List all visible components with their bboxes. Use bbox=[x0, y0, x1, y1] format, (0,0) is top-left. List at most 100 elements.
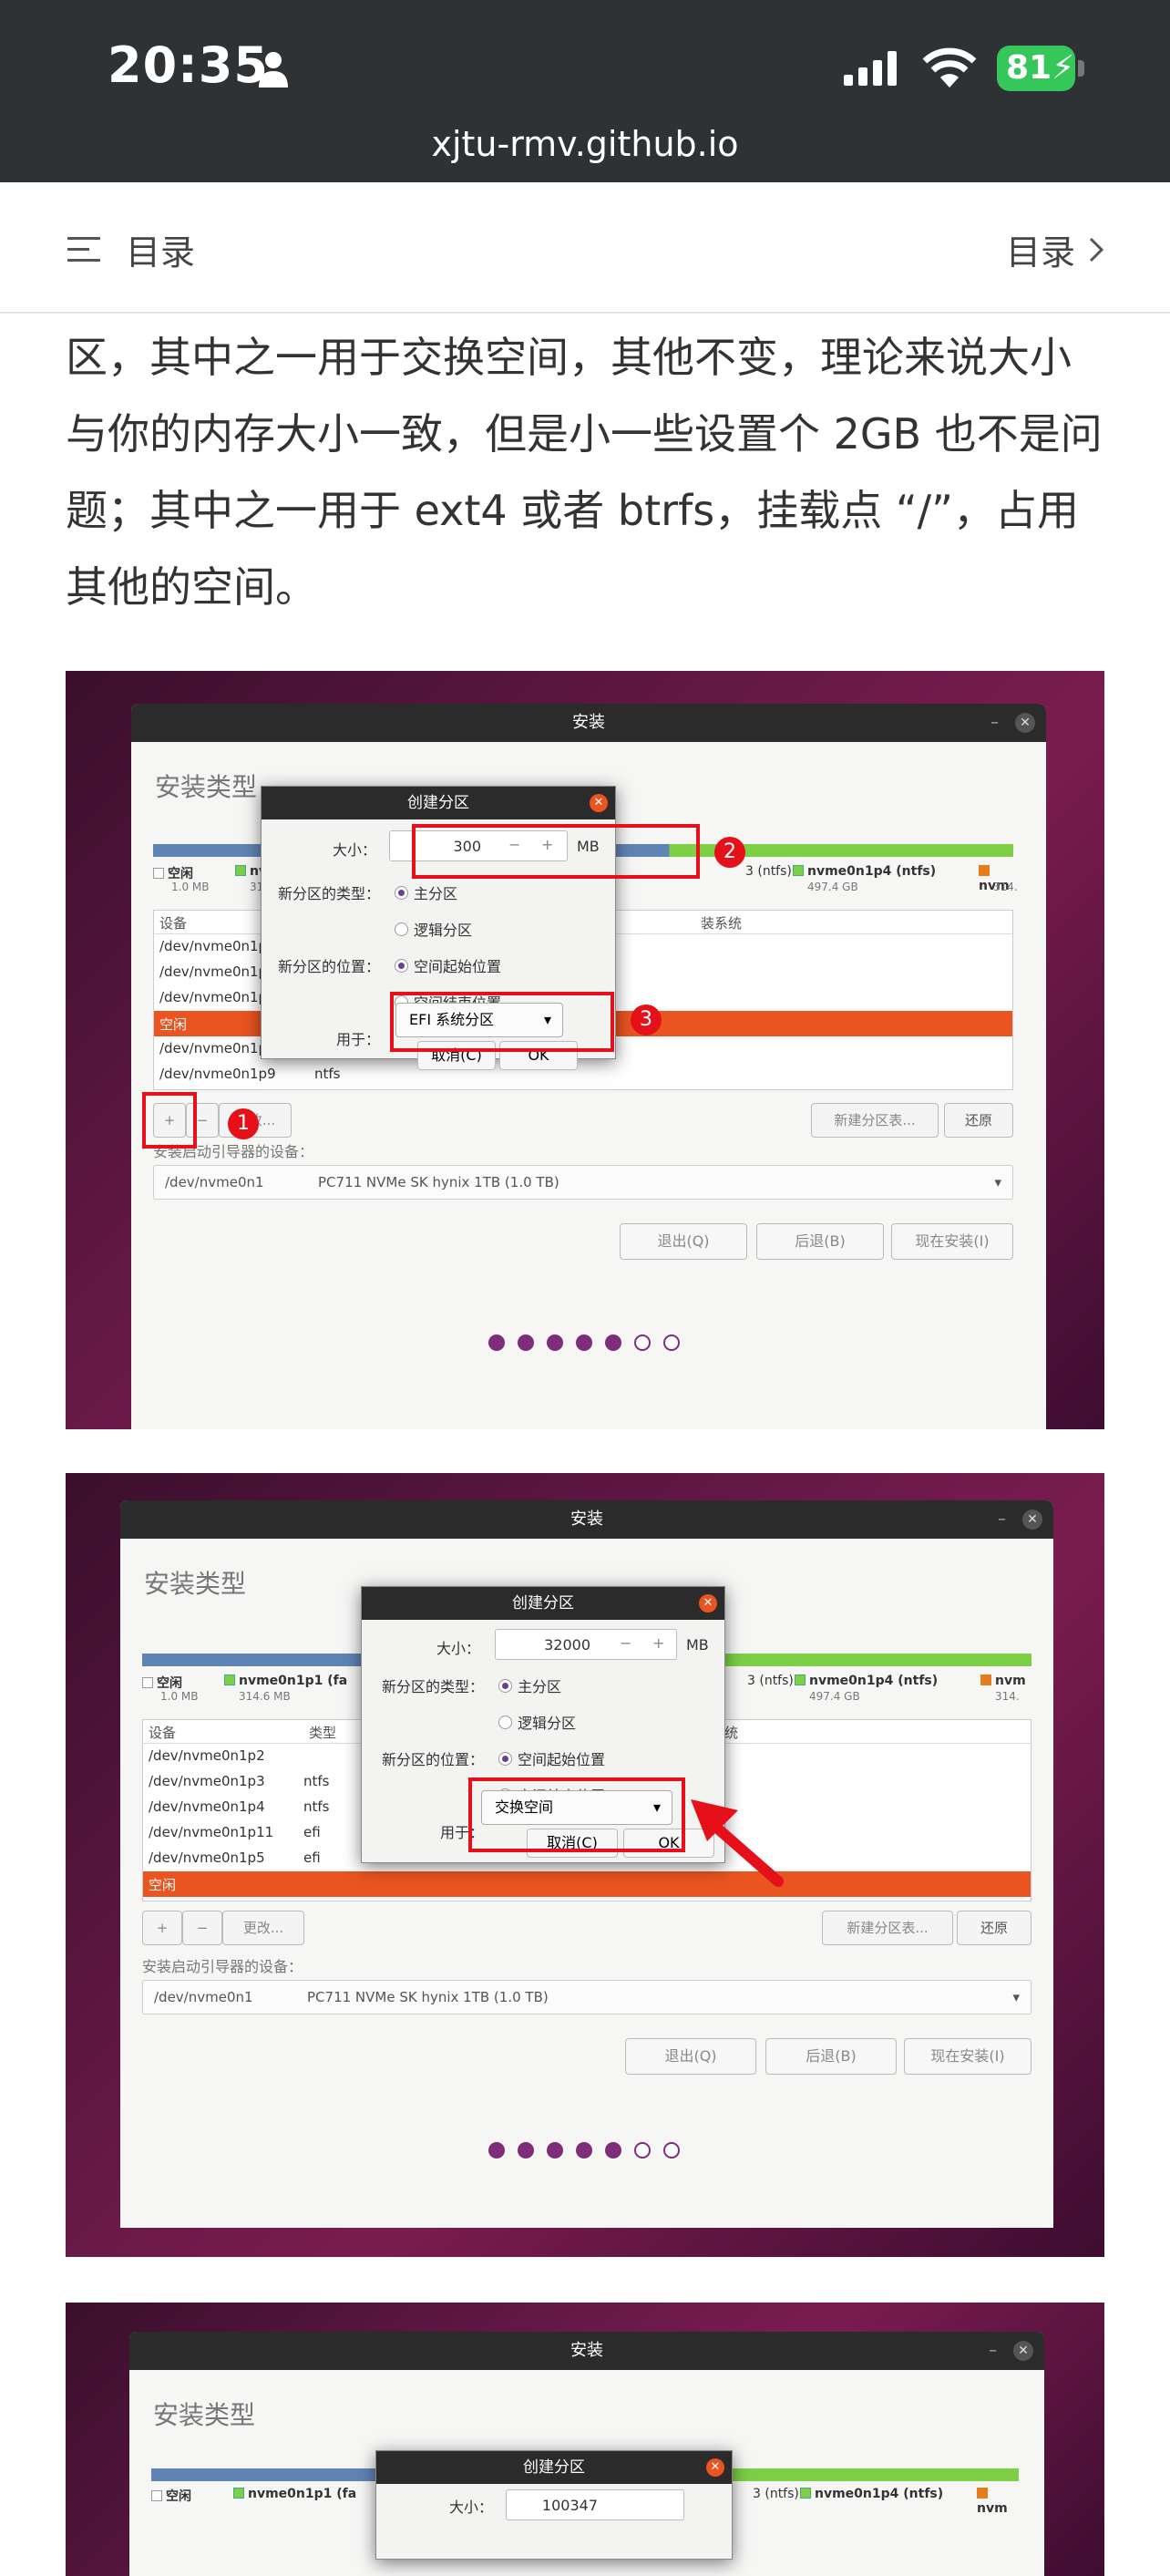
quit-button[interactable]: 退出(Q) bbox=[625, 2038, 756, 2075]
size-label: 大小： bbox=[436, 1640, 480, 1657]
boot-device-desc: PC711 NVMe SK hynix 1TB (1.0 TB) bbox=[318, 1174, 559, 1190]
install-now-button[interactable]: 现在安装(I) bbox=[904, 2038, 1031, 2075]
cellular-signal-icon bbox=[844, 51, 897, 86]
installer-window: 安装 – ✕ 安装类型 空闲 1.0 MB nvme0n1p1 (fa 314.… bbox=[131, 704, 1046, 1429]
toc-next-button[interactable]: 目录 bbox=[1006, 224, 1104, 274]
row-device: 空闲 bbox=[159, 1016, 188, 1033]
row-device: /dev/nvme0n1p11 bbox=[149, 1824, 274, 1840]
window-titlebar: 安装 – ✕ bbox=[129, 2332, 1044, 2370]
close-icon[interactable]: ✕ bbox=[1013, 2341, 1033, 2361]
dialog-close-icon[interactable]: ✕ bbox=[706, 2458, 724, 2477]
legend-p3: 3 (ntfs) bbox=[747, 1674, 794, 1688]
size-spinbox[interactable]: 32000 − + bbox=[495, 1629, 677, 1660]
bootloader-device-select[interactable]: /dev/nvme0n1 PC711 NVMe SK hynix 1TB (1.… bbox=[153, 1165, 1013, 1200]
size-spinbox[interactable]: 100347 bbox=[506, 2489, 684, 2520]
radio-start[interactable]: 空间起始位置 bbox=[395, 954, 501, 976]
installer-screenshot-2: 安装 – ✕ 安装类型 空闲 1.0 MB nvme0n1p1 (fa 314.… bbox=[66, 1473, 1104, 2257]
size-label: 大小： bbox=[448, 2499, 493, 2516]
legend-free: 空闲 bbox=[168, 867, 193, 881]
row-device: /dev/nvme0n1p8 bbox=[159, 1040, 276, 1056]
change-partition-button[interactable]: 更改... bbox=[222, 1911, 304, 1945]
dialog-titlebar: 创建分区 ✕ bbox=[362, 1587, 724, 1620]
partition-type-label: 新分区的类型： bbox=[381, 1678, 484, 1695]
window-title: 安装 bbox=[570, 2341, 603, 2360]
row-device: /dev/nvme0n1p9 bbox=[159, 1066, 276, 1082]
window-titlebar: 安装 – ✕ bbox=[120, 1500, 1053, 1539]
add-partition-button[interactable]: + bbox=[142, 1911, 182, 1945]
bootloader-label: 安装启动引导器的设备： bbox=[142, 1958, 303, 1975]
window-title: 安装 bbox=[572, 713, 605, 732]
col-fs: 装系统 bbox=[701, 915, 743, 932]
bootloader-device-select[interactable]: /dev/nvme0n1 PC711 NVMe SK hynix 1TB (1.… bbox=[142, 1980, 1031, 2014]
table-row-selected[interactable]: 空闲 bbox=[143, 1871, 1031, 1897]
legend-p5-size: 314. bbox=[993, 881, 1018, 893]
annotation-arrow-icon bbox=[691, 1799, 784, 1887]
dialog-close-icon[interactable]: ✕ bbox=[590, 794, 608, 812]
size-value: 100347 bbox=[541, 2497, 598, 2514]
menu-icon bbox=[67, 236, 100, 262]
toc-right-label: 目录 bbox=[1005, 232, 1075, 273]
boot-device: /dev/nvme0n1 bbox=[165, 1174, 264, 1190]
progress-dot-filled bbox=[547, 1334, 563, 1351]
minimize-icon[interactable]: – bbox=[989, 2332, 997, 2370]
legend-p4: nvme0n1p4 (ntfs) bbox=[815, 2487, 944, 2501]
progress-dot-filled bbox=[576, 2142, 592, 2159]
row-device: /dev/nvme0n1p4 bbox=[159, 963, 276, 980]
back-button[interactable]: 后退(B) bbox=[765, 2038, 897, 2075]
legend-p4: nvme0n1p4 (ntfs) bbox=[807, 864, 937, 879]
toc-menu-button[interactable]: 目录 bbox=[67, 224, 195, 274]
progress-dot-filled bbox=[605, 1334, 621, 1351]
table-row[interactable]: /dev/nvme0n1p9 ntfs bbox=[154, 1062, 1012, 1087]
radio-primary[interactable]: 主分区 bbox=[395, 881, 457, 903]
radio-start-label: 空间起始位置 bbox=[518, 1751, 606, 1768]
radio-primary-label: 主分区 bbox=[414, 885, 458, 902]
close-icon[interactable]: ✕ bbox=[1022, 1510, 1042, 1530]
installer-window: 安装 – ✕ 安装类型 空闲 nvme0n1p1 (fa 3 (ntfs) nv… bbox=[129, 2332, 1044, 2576]
progress-dot-filled bbox=[488, 1334, 505, 1351]
installer-screenshot-1: 安装 – ✕ 安装类型 空闲 1.0 MB nvme0n1p1 (fa 314.… bbox=[66, 671, 1104, 1429]
legend-p5: nvm bbox=[977, 2501, 1008, 2516]
annotation-box-3 bbox=[390, 992, 614, 1052]
row-type: ntfs bbox=[314, 1066, 341, 1082]
back-button[interactable]: 后退(B) bbox=[756, 1223, 884, 1260]
dialog-titlebar: 创建分区 ✕ bbox=[376, 2451, 732, 2484]
radio-start[interactable]: 空间起始位置 bbox=[498, 1747, 605, 1769]
close-icon[interactable]: ✕ bbox=[1015, 713, 1035, 733]
legend-p1: nvme0n1p1 (fa bbox=[239, 1674, 348, 1688]
row-device: /dev/nvme0n1p3 bbox=[149, 1773, 265, 1789]
new-partition-table-button[interactable]: 新建分区表... bbox=[822, 1911, 953, 1945]
row-device: /dev/nvme0n1p3 bbox=[159, 938, 276, 954]
legend-free-size: 1.0 MB bbox=[171, 881, 210, 893]
radio-primary[interactable]: 主分区 bbox=[498, 1674, 561, 1696]
quit-button[interactable]: 退出(Q) bbox=[620, 1223, 747, 1260]
legend-free: 空闲 bbox=[166, 2489, 191, 2504]
annotation-box bbox=[468, 1777, 685, 1852]
revert-button[interactable]: 还原 bbox=[944, 1103, 1013, 1138]
chevron-down-icon: ▾ bbox=[1012, 1989, 1020, 2005]
window-title: 安装 bbox=[570, 1510, 603, 1529]
legend-p1: nvme0n1p1 (fa bbox=[248, 2487, 357, 2501]
size-value: 32000 bbox=[544, 1636, 590, 1654]
new-partition-table-button[interactable]: 新建分区表... bbox=[811, 1103, 939, 1138]
annotation-marker-3: 3 bbox=[631, 1005, 662, 1036]
col-device: 设备 bbox=[159, 915, 188, 932]
install-now-button[interactable]: 现在安装(I) bbox=[891, 1223, 1013, 1260]
minimize-icon[interactable]: – bbox=[998, 1500, 1006, 1539]
minimize-icon[interactable]: – bbox=[990, 704, 999, 742]
annotation-marker-2: 2 bbox=[714, 837, 745, 868]
radio-logical[interactable]: 逻辑分区 bbox=[498, 1711, 576, 1733]
increment-icon[interactable]: + bbox=[652, 1634, 664, 1652]
address-bar-url[interactable]: xjtu-rmv.github.io bbox=[0, 124, 1170, 164]
row-type: efi bbox=[303, 1850, 321, 1866]
installer-window: 安装 – ✕ 安装类型 空闲 1.0 MB nvme0n1p1 (fa 314.… bbox=[120, 1500, 1053, 2228]
radio-logical[interactable]: 逻辑分区 bbox=[395, 918, 472, 940]
row-device: /dev/nvme0n1p2 bbox=[149, 1747, 265, 1764]
revert-button[interactable]: 还原 bbox=[957, 1911, 1031, 1945]
legend-p4-size: 497.4 GB bbox=[809, 1690, 860, 1703]
progress-dot-filled bbox=[518, 2142, 534, 2159]
remove-partition-button[interactable]: − bbox=[182, 1911, 222, 1945]
legend-p3: 3 (ntfs) bbox=[745, 864, 792, 879]
decrement-icon[interactable]: − bbox=[620, 1634, 631, 1652]
installer-screenshot-3: 安装 – ✕ 安装类型 空闲 nvme0n1p1 (fa 3 (ntfs) nv… bbox=[66, 2303, 1104, 2576]
dialog-close-icon[interactable]: ✕ bbox=[699, 1594, 717, 1613]
